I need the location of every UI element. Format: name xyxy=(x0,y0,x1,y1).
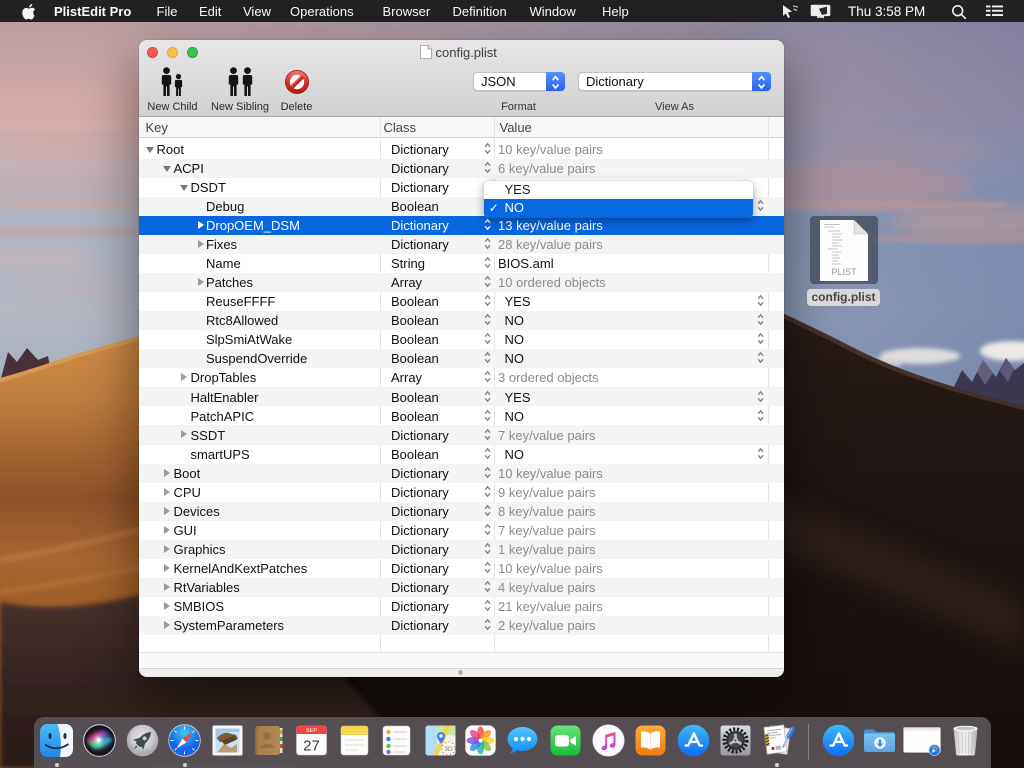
svg-text:3D: 3D xyxy=(444,746,453,753)
svg-text:27: 27 xyxy=(303,738,320,755)
svg-text:PLIST: PLIST xyxy=(831,267,857,277)
svg-text:SEP: SEP xyxy=(306,728,317,734)
